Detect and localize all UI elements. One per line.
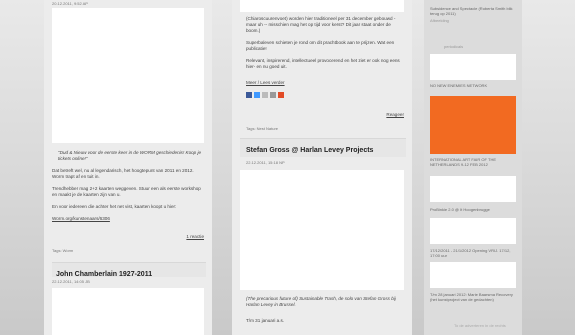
right-top-sub: Afbeelding [430, 18, 449, 23]
ad-label-3: ProBinkie 2.0 @ It Hoogenbrugge [430, 207, 490, 212]
left-column: 20.12.2011, 9:52 AP "Dud & Nieuw voor de… [44, 0, 212, 335]
right-top-text[interactable]: Subsidence and Spectacle (Roberta Smith … [430, 6, 516, 16]
middle-column: (Chiaroscuurenvoet) worden hier traditio… [232, 0, 412, 335]
email-icon[interactable] [262, 92, 268, 98]
post-meta: 22.12.2011, 14:05 JB [52, 279, 90, 284]
read-more-link[interactable]: Meer / Lees verder [246, 80, 285, 86]
post-title[interactable]: John Chamberlain 1927-2011 [56, 271, 152, 278]
mid-tags: Tags: Nest Nature [246, 126, 279, 131]
ad-label-2: INTERNATIONAL ART FAIR OF THE NETHERLAND… [430, 157, 497, 167]
post-title-bar: John Chamberlain 1927-2011 [52, 262, 206, 278]
right-section-label: periodicals [444, 44, 464, 49]
post-image-top [240, 0, 404, 12]
paragraph-1: Dat betreft wel, nu al legendarisch, het… [52, 168, 194, 179]
mid-post-meta: 22.12.2011, 15:18 NP [246, 160, 285, 165]
tags-label: Tags: Worm [52, 248, 74, 253]
right-bottom-label: To de adverteren in de rechts [454, 323, 506, 328]
middle-paragraph-b: Superbaleven schieten je rond om dit pra… [246, 40, 395, 51]
ad-banner-3[interactable] [430, 218, 516, 244]
ad-banner-4[interactable] [430, 262, 516, 288]
paragraph-3: En voor iedereen die achter het net vist… [52, 204, 177, 209]
mid-bottom-date: T/m 31 januari a.s. [246, 318, 285, 323]
worm-link[interactable]: Worm.org/kunstenaars/6306 [52, 216, 110, 222]
share-plus-icon[interactable] [278, 92, 284, 98]
mid-post-image [240, 170, 404, 290]
share-icons [246, 92, 284, 98]
right-column: Subsidence and Spectacle (Roberta Smith … [424, 0, 522, 335]
mid-post-title-bar: Stefan Gross @ Harlan Levey Projects [240, 138, 406, 157]
twitter-icon[interactable] [254, 92, 260, 98]
comments-link[interactable]: 1 reactie [186, 234, 204, 240]
middle-paragraph-c: Relevant, inspirerend, intellectueel pro… [246, 58, 400, 69]
respond-link[interactable]: Reageer [386, 112, 404, 118]
mid-post-title[interactable]: Stefan Gross @ Harlan Levey Projects [246, 147, 373, 154]
ad-label-4: 17/12/2011 - 21/1/2012 Opening VRIJ. 17/… [430, 248, 511, 258]
print-icon[interactable] [270, 92, 276, 98]
ad-banner-orange[interactable] [430, 96, 516, 154]
ad-label-1: NO NEW ENEMIES NETWORK [430, 83, 488, 88]
ad-banner-2[interactable] [430, 176, 516, 202]
quote-text: "Dud & Nieuw voor de eerste keer in de W… [58, 150, 202, 161]
mid-bottom-paragraph: (The precarious future of) Sustainable T… [246, 296, 396, 307]
post-meta-top: 20.12.2011, 9:52 AP [52, 1, 88, 6]
paragraph-2: Trendhebber mag 2+2 kaarten weggeven. St… [52, 186, 201, 197]
post-image [52, 8, 204, 143]
middle-paragraph-a: (Chiaroscuurenvoet) worden hier traditio… [246, 16, 396, 33]
ad-label-5: T/m 28 januari 2012: Marie Baarsma Recov… [430, 292, 513, 302]
facebook-icon[interactable] [246, 92, 252, 98]
ad-banner-1[interactable] [430, 54, 516, 80]
post-image-2 [52, 288, 204, 335]
